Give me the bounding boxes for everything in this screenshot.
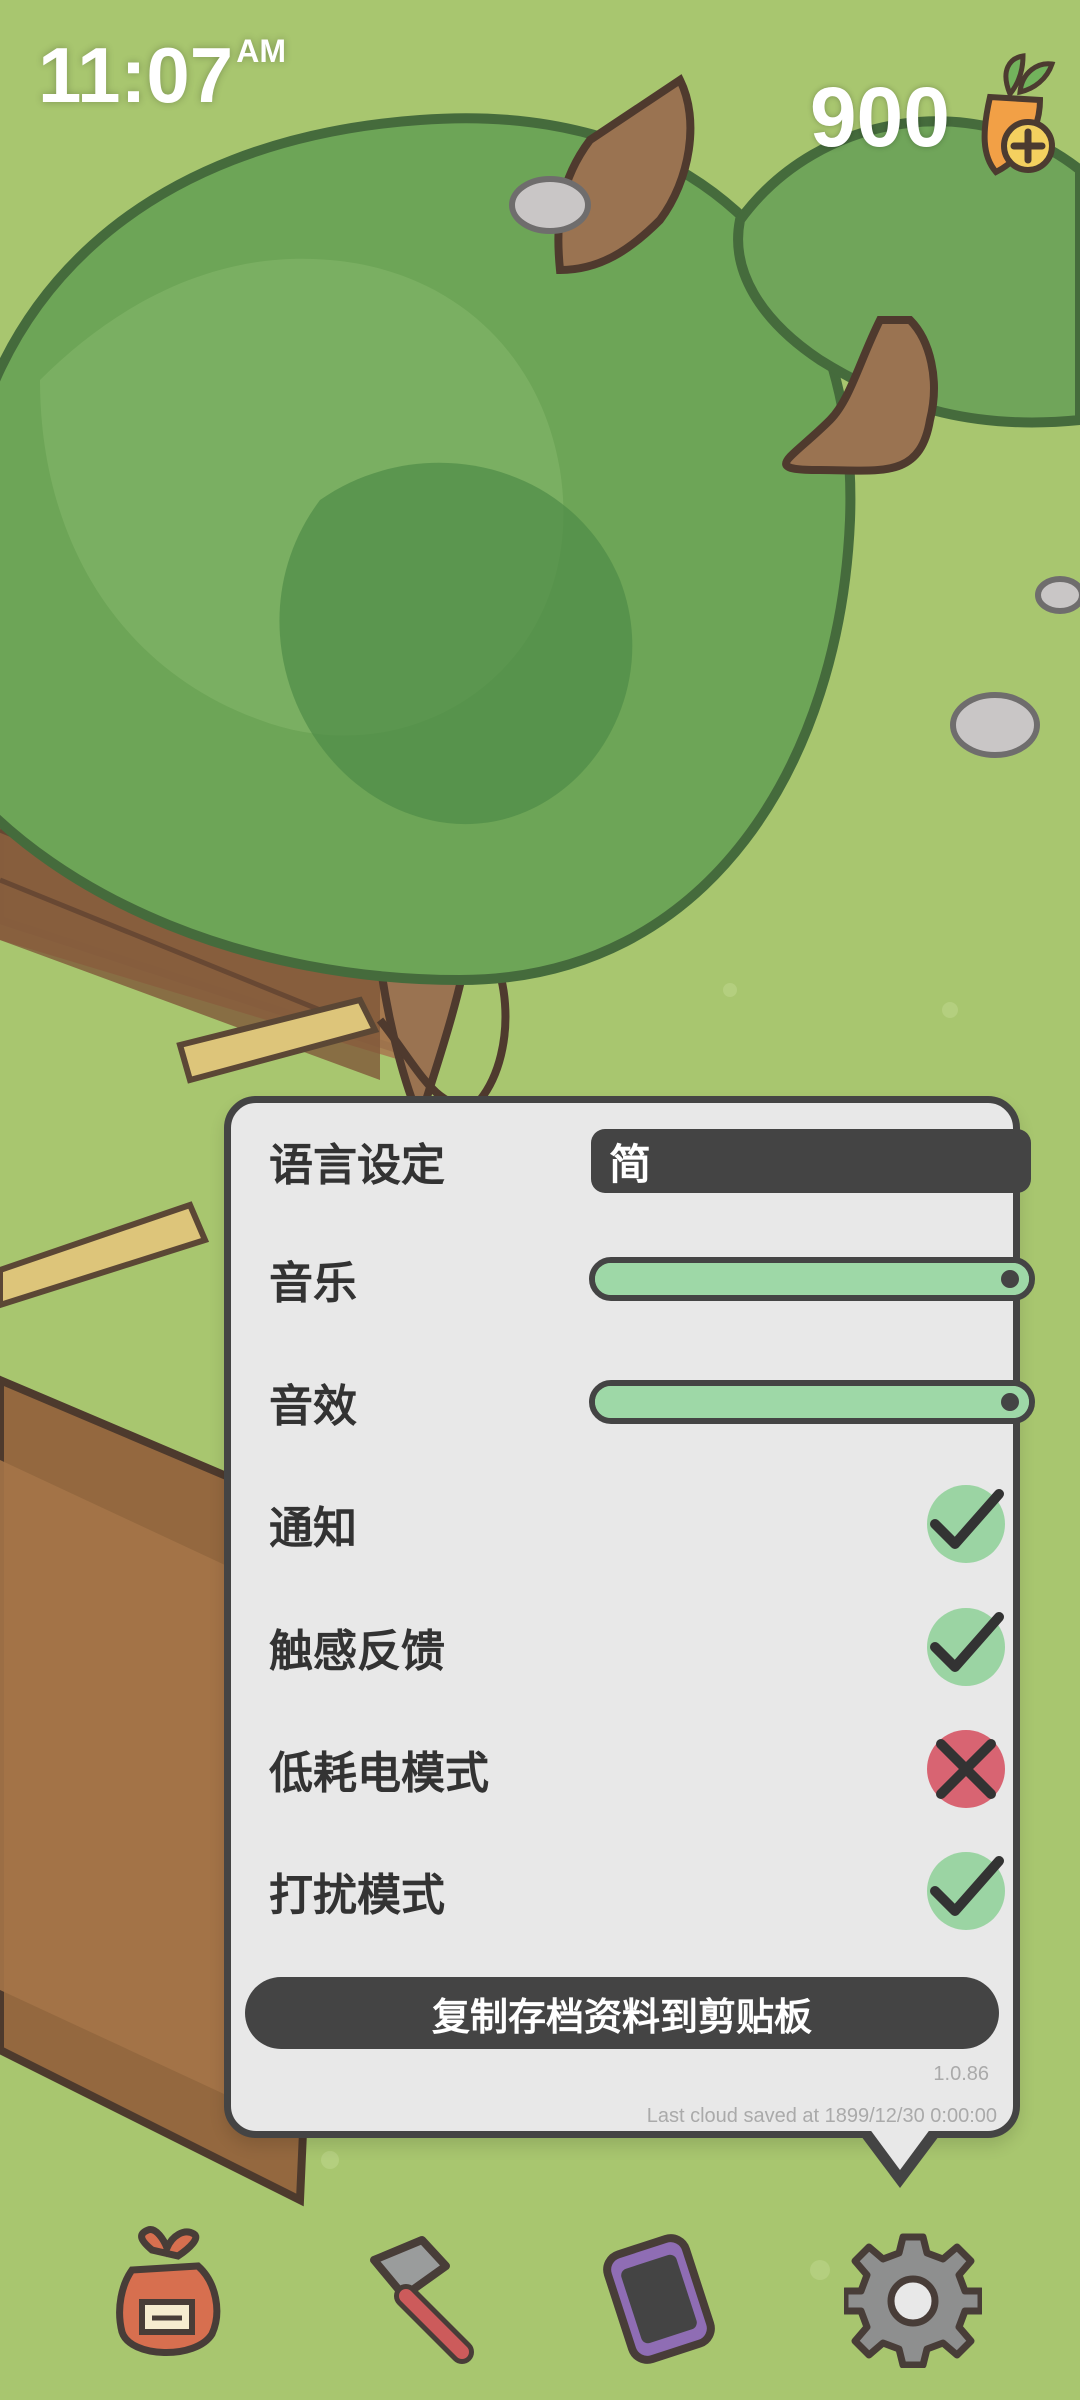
sound-effects-slider-knob[interactable] (1001, 1393, 1019, 1411)
sound-effects-slider[interactable] (589, 1380, 1035, 1424)
language-label: 语言设定 (269, 1141, 445, 1190)
copy-save-data-button[interactable]: 复制存档资料到剪贴板 (245, 1977, 999, 2049)
haptics-setting-row: 触感反馈 (269, 1608, 1005, 1686)
status-time-value: 11:07 (38, 31, 234, 119)
haptics-check-icon[interactable] (923, 1604, 1009, 1690)
carrot-currency[interactable]: 900 (810, 52, 1062, 182)
status-time: 11:07AM (38, 30, 286, 121)
settings-panel: 语言设定 简 音乐 音效 通知 触感反馈 低耗电模式 打扰模式 复制存档资料到剪… (224, 1096, 1035, 2138)
do-not-disturb-setting-row: 打扰模式 (269, 1852, 1005, 1930)
notifications-check-icon[interactable] (923, 1481, 1009, 1567)
settings-panel-pointer (858, 2124, 942, 2188)
music-slider-fill (595, 1263, 1029, 1295)
notifications-setting-row: 通知 (269, 1485, 1005, 1563)
do-not-disturb-label: 打扰模式 (269, 1871, 445, 1920)
language-setting-row: 语言设定 简 (269, 1123, 1031, 1199)
settings-gear-icon[interactable] (844, 2226, 982, 2368)
cloud-save-status: Last cloud saved at 1899/12/30 0:00:00 (646, 2105, 997, 2127)
sound-effects-label: 音效 (269, 1382, 357, 1431)
music-slider[interactable] (589, 1257, 1035, 1301)
language-select[interactable]: 简 (591, 1129, 1031, 1193)
haptics-label: 触感反馈 (269, 1627, 445, 1676)
do-not-disturb-check-icon[interactable] (923, 1848, 1009, 1934)
sound-effects-slider-fill (595, 1386, 1029, 1418)
version-label: 1.0.86 (933, 2063, 989, 2085)
music-label: 音乐 (269, 1259, 357, 1308)
supplies-bag-icon[interactable] (98, 2226, 236, 2368)
low-power-mode-label: 低耗电模式 (269, 1749, 489, 1798)
music-slider-knob[interactable] (1001, 1270, 1019, 1288)
low-power-mode-cross-icon[interactable] (923, 1726, 1009, 1812)
low-power-mode-setting-row: 低耗电模式 (269, 1730, 1005, 1808)
phone-icon[interactable] (590, 2226, 728, 2368)
music-setting-row: 音乐 (269, 1241, 1035, 1317)
notifications-label: 通知 (269, 1504, 357, 1553)
sound-effects-setting-row: 音效 (269, 1364, 1035, 1440)
status-time-ampm: AM (236, 33, 286, 69)
build-hammer-icon[interactable] (344, 2226, 482, 2368)
carrot-count: 900 (809, 69, 950, 164)
carrot-plus-icon[interactable] (962, 52, 1062, 182)
